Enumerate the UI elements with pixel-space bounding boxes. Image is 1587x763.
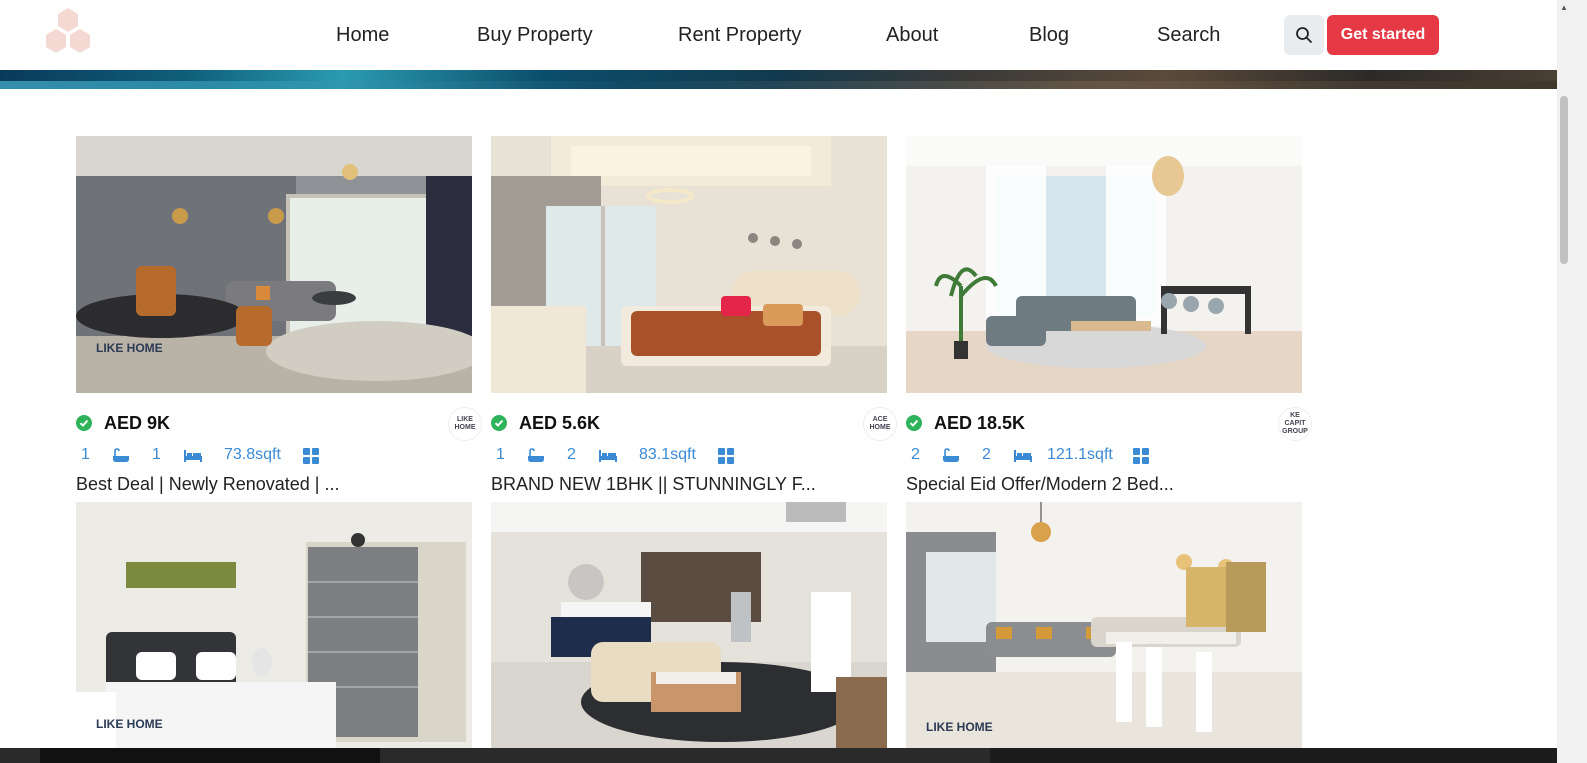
listing-image-bedroom[interactable] xyxy=(491,136,887,393)
listing-image-living-dining[interactable] xyxy=(906,136,1302,393)
verified-badge-icon xyxy=(491,415,507,431)
listing-price-row: AED 5.6K ACE HOME xyxy=(491,407,899,441)
grid-icon xyxy=(718,448,734,464)
listing-title[interactable]: Special Eid Offer/Modern 2 Bed... xyxy=(906,474,1174,495)
taskbar-strip xyxy=(0,748,1557,763)
scrollbar-thumb[interactable] xyxy=(1560,96,1568,264)
listing-image-living-room[interactable]: LIKE HOME xyxy=(76,136,472,393)
bath-icon xyxy=(943,448,959,462)
listing-specs: 1 1 73.8sqft xyxy=(76,446,336,466)
listing-price: AED 18.5K xyxy=(934,413,1026,433)
listing-card[interactable] xyxy=(491,136,887,393)
site-header: Home Buy Property Rent Property About Bl… xyxy=(0,0,1557,70)
listing-card[interactable]: LIKE HOME xyxy=(76,502,472,748)
get-started-button[interactable]: Get started xyxy=(1327,15,1439,55)
grid-icon xyxy=(303,448,319,464)
listing-specs: 1 2 83.1sqft xyxy=(491,446,751,466)
grid-icon xyxy=(1133,448,1149,464)
search-icon xyxy=(1296,27,1312,43)
bed-count: 2 xyxy=(567,446,576,463)
taskbar-segment xyxy=(40,748,380,763)
nav-buy-property[interactable]: Buy Property xyxy=(477,24,593,47)
hero-banner-strip xyxy=(0,69,1557,89)
search-button[interactable] xyxy=(1284,15,1324,55)
bed-icon xyxy=(599,450,617,462)
bed-icon xyxy=(184,450,202,462)
listing-card[interactable]: LIKE HOME xyxy=(906,502,1302,748)
listing-price: AED 5.6K xyxy=(519,413,601,433)
listing-price-row: AED 18.5K KE CAPIT GROUP xyxy=(906,407,1314,441)
agent-logo[interactable]: LIKE HOME xyxy=(448,407,482,441)
bath-icon xyxy=(113,448,129,462)
listing-price: AED 9K xyxy=(104,413,171,433)
scroll-up-icon[interactable]: ▲ xyxy=(1558,2,1570,14)
nav-about[interactable]: About xyxy=(886,24,938,47)
bath-icon xyxy=(528,448,544,462)
agent-logo[interactable]: ACE HOME xyxy=(863,407,897,441)
verified-badge-icon xyxy=(906,415,922,431)
area-value: 121.1sqft xyxy=(1047,446,1113,463)
listing-specs: 2 2 121.1sqft xyxy=(906,446,1166,466)
taskbar-segment xyxy=(990,748,1557,763)
nav-rent-property[interactable]: Rent Property xyxy=(678,24,801,47)
watermark-logo: LIKE HOME xyxy=(96,717,163,731)
area-value: 73.8sqft xyxy=(224,446,281,463)
listing-card[interactable] xyxy=(491,502,887,748)
listing-price-row: AED 9K LIKE HOME xyxy=(76,407,484,441)
nav-blog[interactable]: Blog xyxy=(1029,24,1069,47)
bath-count: 1 xyxy=(81,446,90,463)
listing-image-studio[interactable] xyxy=(491,502,887,748)
nav-search[interactable]: Search xyxy=(1157,24,1220,47)
watermark-logo: LIKE HOME xyxy=(926,720,993,734)
listing-title[interactable]: BRAND NEW 1BHK || STUNNINGLY F... xyxy=(491,474,816,495)
listing-card[interactable]: LIKE HOME xyxy=(76,136,472,393)
hexagon-logo-icon[interactable] xyxy=(40,6,96,56)
bath-count: 1 xyxy=(496,446,505,463)
listing-card[interactable] xyxy=(906,136,1302,393)
bed-count: 2 xyxy=(982,446,991,463)
bed-count: 1 xyxy=(152,446,161,463)
listing-title[interactable]: Best Deal | Newly Renovated | ... xyxy=(76,474,339,495)
listing-image-bedroom-2[interactable]: LIKE HOME xyxy=(76,502,472,748)
area-value: 83.1sqft xyxy=(639,446,696,463)
bath-count: 2 xyxy=(911,446,920,463)
agent-logo[interactable]: KE CAPIT GROUP xyxy=(1278,407,1312,441)
nav-home[interactable]: Home xyxy=(336,24,389,47)
verified-badge-icon xyxy=(76,415,92,431)
watermark-logo: LIKE HOME xyxy=(96,341,163,355)
listing-image-dining[interactable]: LIKE HOME xyxy=(906,502,1302,748)
bed-icon xyxy=(1014,450,1032,462)
